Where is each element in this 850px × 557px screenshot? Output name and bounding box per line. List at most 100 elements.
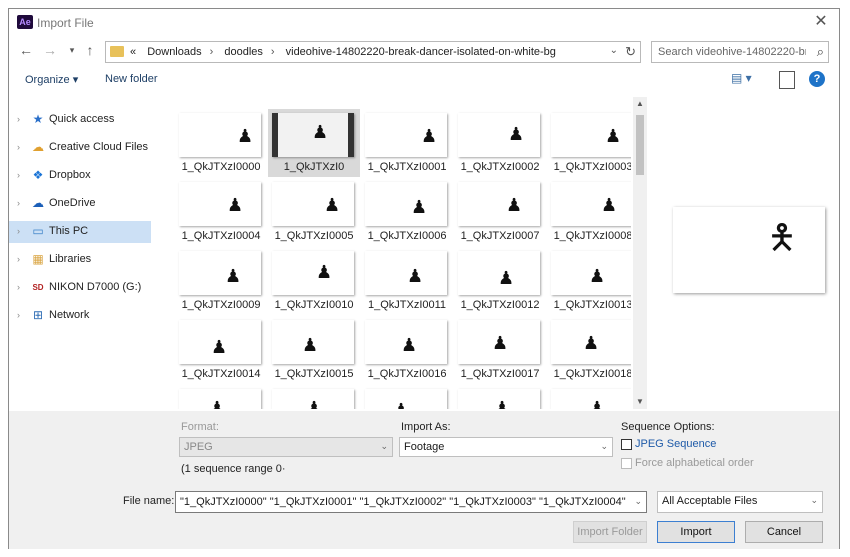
file-thumbnail[interactable]: ♟ 1_QkJTXzI0017 xyxy=(454,316,546,384)
file-thumbnail[interactable]: ♟ 1_QkJTXzI0006 xyxy=(361,178,453,246)
breadcrumb-downloads[interactable]: Downloads xyxy=(147,46,201,58)
sidebar-item-label: Quick access xyxy=(49,113,115,125)
expand-chevron-icon[interactable]: › xyxy=(17,226,20,236)
file-name-input[interactable]: "1_QkJTXzI0000" "1_QkJTXzI0001" "1_QkJTX… xyxy=(175,491,647,513)
jpeg-sequence-checkbox[interactable] xyxy=(621,439,632,450)
format-select: JPEG ⌄ xyxy=(179,437,393,457)
file-thumbnail[interactable]: ♟ xyxy=(175,385,267,409)
file-thumbnail[interactable]: ♟ 1_QkJTXzI0003 xyxy=(547,109,631,177)
search-placeholder: Search videohive-14802220-br... xyxy=(658,46,806,58)
file-name-caption: 1_QkJTXzI0000 xyxy=(181,161,261,173)
address-dropdown-icon[interactable]: ⌄ xyxy=(610,45,618,56)
sidebar-item-1[interactable]: › ☁ Creative Cloud Files xyxy=(9,137,151,159)
breadcrumb: « Downloads › doodles › videohive-14802220… xyxy=(130,46,564,58)
file-thumbnail[interactable]: ♟ xyxy=(268,385,360,409)
sidebar-item-7[interactable]: › ⊞ Network xyxy=(9,305,151,327)
back-arrow-icon[interactable]: ← xyxy=(17,41,35,59)
dancer-figure: ♟ xyxy=(601,195,618,215)
sidebar-item-4[interactable]: › ▭ This PC xyxy=(9,221,151,243)
sidebar-item-6[interactable]: › SD NIKON D7000 (G:) xyxy=(9,277,151,299)
sequence-options-label: Sequence Options: xyxy=(621,421,715,433)
thumbnail-image: ♟ xyxy=(551,389,631,409)
onedrive-icon: ☁ xyxy=(32,196,44,210)
thumbnail-image: ♟ xyxy=(458,182,540,226)
file-thumbnail[interactable]: ♟ 1_QkJTXzI0014 xyxy=(175,316,267,384)
file-name-caption: 1_QkJTXzI0018 xyxy=(553,368,631,380)
close-icon[interactable]: ✕ xyxy=(809,11,833,33)
search-input[interactable]: Search videohive-14802220-br... ⌕ xyxy=(651,41,829,63)
expand-chevron-icon[interactable]: › xyxy=(17,170,20,180)
search-icon[interactable]: ⌕ xyxy=(817,44,824,60)
file-thumbnail[interactable]: ♟ 1_QkJTXzI0011 xyxy=(361,247,453,315)
dancer-figure: ♟ xyxy=(209,398,226,409)
import-as-select[interactable]: Footage ⌄ xyxy=(399,437,613,457)
file-name-caption: 1_QkJTXzI0006 xyxy=(367,230,447,242)
file-name-caption: 1_QkJTXzI0017 xyxy=(460,368,540,380)
file-thumbnail[interactable]: ♟ 1_QkJTXzI0013 xyxy=(547,247,631,315)
address-bar[interactable]: « Downloads › doodles › videohive-14802220… xyxy=(105,41,641,63)
change-view-icon[interactable]: ▤ ▾ xyxy=(731,71,761,89)
scrollbar-thumb[interactable] xyxy=(636,115,644,175)
file-name-caption: 1_QkJTXzI0003 xyxy=(553,161,631,173)
file-thumbnail[interactable]: ♟ xyxy=(454,385,546,409)
file-thumbnail[interactable]: ♟ 1_QkJTXzI0000 xyxy=(175,109,267,177)
file-thumbnail[interactable]: ♟ 1_QkJTXzI0005 xyxy=(268,178,360,246)
up-arrow-icon[interactable]: ↑ xyxy=(81,41,99,59)
expand-chevron-icon[interactable]: › xyxy=(17,114,20,124)
file-thumbnail[interactable]: ♟ 1_QkJTXzI0015 xyxy=(268,316,360,384)
sidebar-item-5[interactable]: › ▦ Libraries xyxy=(9,249,151,271)
file-thumbnail[interactable]: ♟ 1_QkJTXzI0008 xyxy=(547,178,631,246)
file-type-select[interactable]: All Acceptable Files ⌄ xyxy=(657,491,823,513)
address-row: ← → ▾ ↑ « Downloads › doodles › videohive-… xyxy=(9,37,839,65)
thumbnail-image: ♟ xyxy=(365,113,447,157)
breadcrumb-overflow[interactable]: « xyxy=(130,46,136,58)
file-thumbnail[interactable]: ♟ 1_QkJTXzI0 xyxy=(268,109,360,177)
preview-pane-icon[interactable] xyxy=(779,71,795,89)
breadcrumb-separator-icon[interactable]: › xyxy=(271,46,275,58)
expand-chevron-icon[interactable]: › xyxy=(17,198,20,208)
help-icon[interactable]: ? xyxy=(809,71,825,87)
expand-chevron-icon[interactable]: › xyxy=(17,282,20,292)
file-thumbnail[interactable]: ♟ 1_QkJTXzI0012 xyxy=(454,247,546,315)
file-thumbnail[interactable]: ♟ 1_QkJTXzI0018 xyxy=(547,316,631,384)
scroll-up-icon[interactable]: ▲ xyxy=(633,97,647,111)
cancel-button[interactable]: Cancel xyxy=(745,521,823,543)
file-thumbnail[interactable]: ♟ 1_QkJTXzI0010 xyxy=(268,247,360,315)
chevron-down-icon[interactable]: ⌄ xyxy=(634,496,642,507)
dancer-figure: ♟ xyxy=(492,333,509,353)
sidebar-item-3[interactable]: › ☁ OneDrive xyxy=(9,193,151,215)
title-bar[interactable]: Ae Import File ✕ xyxy=(9,9,839,37)
breadcrumb-doodles[interactable]: doodles xyxy=(224,46,263,58)
new-folder-button[interactable]: New folder xyxy=(105,73,158,85)
dancer-figure: ♟ xyxy=(407,266,424,286)
expand-chevron-icon[interactable]: › xyxy=(17,142,20,152)
scroll-down-icon[interactable]: ▼ xyxy=(633,395,647,409)
file-thumbnail[interactable]: ♟ xyxy=(547,385,631,409)
thumbnail-image: ♟ xyxy=(272,389,354,409)
recent-locations-chevron-icon[interactable]: ▾ xyxy=(63,41,81,59)
file-thumbnail[interactable]: ♟ xyxy=(361,385,453,409)
file-thumbnail[interactable]: ♟ 1_QkJTXzI0016 xyxy=(361,316,453,384)
import-button[interactable]: Import xyxy=(657,521,735,543)
forward-arrow-icon[interactable]: → xyxy=(41,41,59,59)
jpeg-sequence-label[interactable]: JPEG Sequence xyxy=(635,438,716,450)
thumbnail-image: ♟ xyxy=(551,113,631,157)
file-thumbnail[interactable]: ♟ 1_QkJTXzI0001 xyxy=(361,109,453,177)
breadcrumb-current-folder[interactable]: videohive-14802220-break-dancer-isolated… xyxy=(286,46,556,58)
expand-chevron-icon[interactable]: › xyxy=(17,310,20,320)
file-name-caption: 1_QkJTXzI0001 xyxy=(367,161,447,173)
sidebar-item-0[interactable]: › ★ Quick access xyxy=(9,109,151,131)
file-name-caption: 1_QkJTXzI0011 xyxy=(367,299,447,311)
file-thumbnail[interactable]: ♟ 1_QkJTXzI0004 xyxy=(175,178,267,246)
file-list-scrollbar[interactable]: ▲ ▼ xyxy=(633,97,647,409)
chevron-down-icon[interactable]: ⌄ xyxy=(600,441,608,452)
file-thumbnail[interactable]: ♟ 1_QkJTXzI0002 xyxy=(454,109,546,177)
file-thumbnail[interactable]: ♟ 1_QkJTXzI0007 xyxy=(454,178,546,246)
chevron-down-icon[interactable]: ⌄ xyxy=(810,495,818,506)
sidebar-item-2[interactable]: › ❖ Dropbox xyxy=(9,165,151,187)
file-thumbnail[interactable]: ♟ 1_QkJTXzI0009 xyxy=(175,247,267,315)
refresh-icon[interactable]: ↻ xyxy=(625,44,636,60)
expand-chevron-icon[interactable]: › xyxy=(17,254,20,264)
breadcrumb-separator-icon[interactable]: › xyxy=(210,46,214,58)
organize-button[interactable]: Organize ▾ xyxy=(25,73,78,86)
